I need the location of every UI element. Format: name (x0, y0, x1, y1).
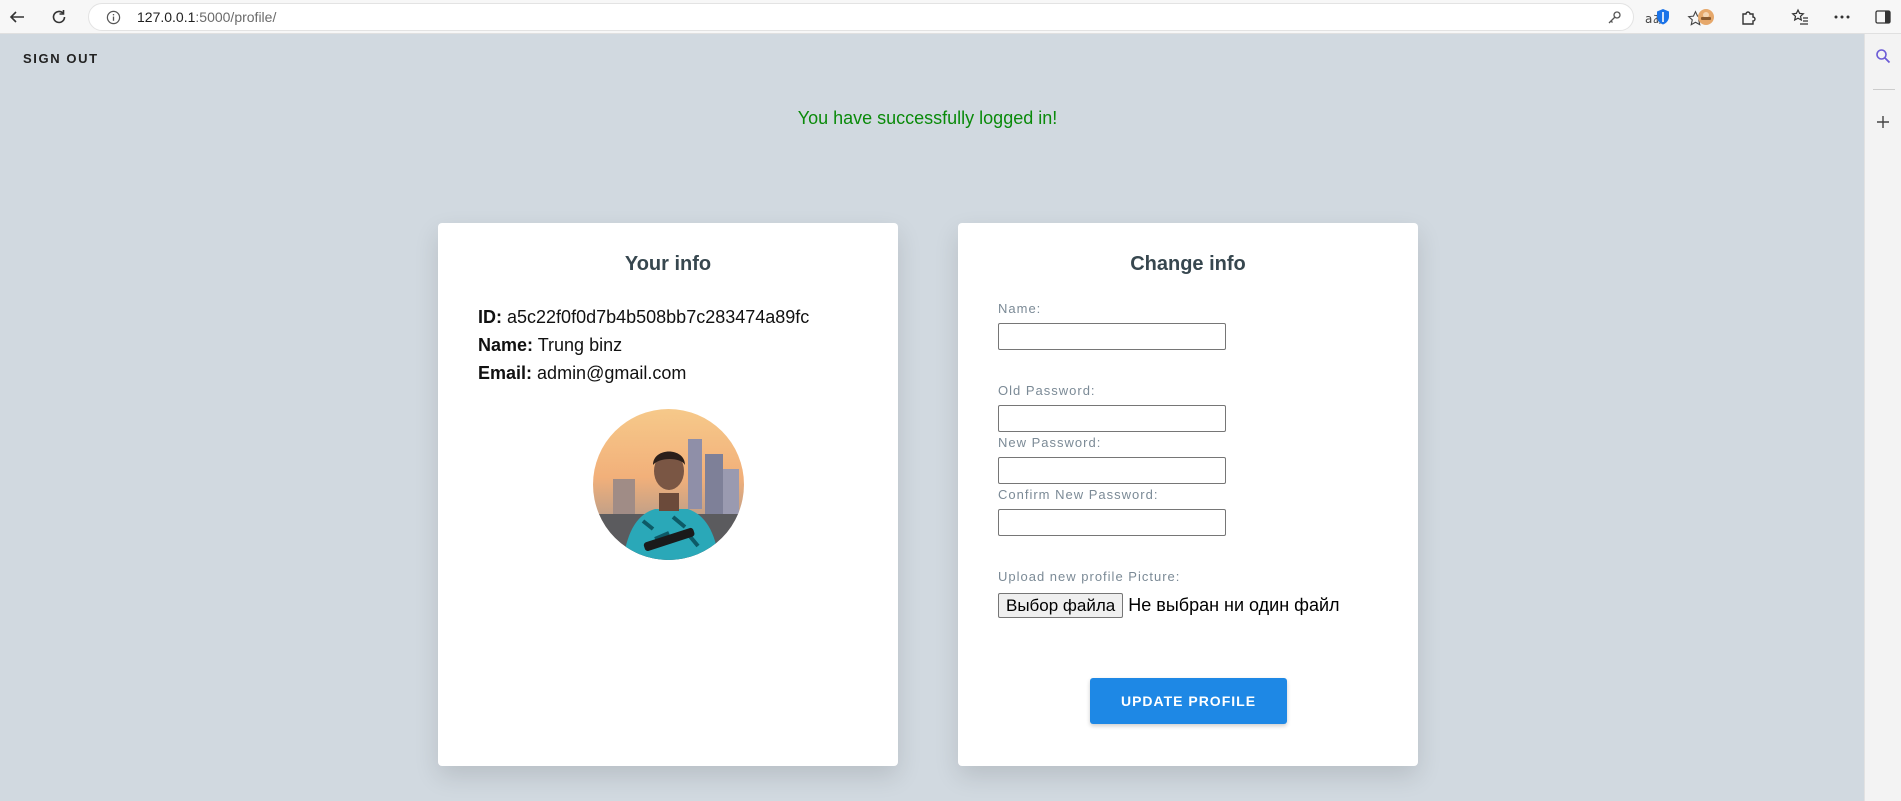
confirm-password-label: Confirm New Password: (998, 487, 1159, 502)
new-password-input[interactable] (998, 457, 1226, 484)
choose-file-button[interactable]: Выбор файла (998, 593, 1124, 618)
back-arrow-icon[interactable] (4, 4, 30, 30)
shield-extension-icon[interactable] (1651, 5, 1675, 29)
new-password-label: New Password: (998, 435, 1102, 450)
extensions-puzzle-icon[interactable] (1737, 5, 1761, 29)
user-email-row: Email: admin@gmail.com (478, 359, 809, 387)
file-status-text: Не выбран ни один файл (1128, 595, 1340, 615)
more-menu-icon[interactable] (1830, 5, 1854, 29)
address-bar[interactable]: 127.0.0.1:5000/profile/ aあ (88, 3, 1704, 31)
flash-message: You have successfully logged in! (797, 108, 1058, 128)
id-label: ID: (478, 307, 502, 327)
name-label: Name: (478, 335, 534, 355)
profile-avatar (593, 409, 744, 560)
old-password-input[interactable] (998, 405, 1226, 432)
id-value: a5c22f0f0d7b4b508bb7c283474a89fc (507, 307, 810, 327)
url-text: 127.0.0.1:5000/profile/ (137, 9, 276, 25)
url-host: 127.0.0.1 (137, 9, 196, 25)
user-name-row: Name: Trung binz (478, 331, 809, 359)
change-info-form: Name: Old Password: New Password: Confir… (998, 301, 1378, 618)
your-info-card: Your info ID: a5c22f0f0d7b4b508bb7c28347… (438, 223, 898, 766)
profile-extension-icon[interactable] (1694, 5, 1718, 29)
reload-icon[interactable] (46, 4, 72, 30)
url-path: :5000/profile/ (195, 9, 277, 25)
sidebar-toggle-icon[interactable] (1871, 5, 1895, 29)
upload-picture-label: Upload new profile Picture: (998, 569, 1181, 584)
confirm-password-input[interactable] (998, 509, 1226, 536)
update-profile-button[interactable]: UPDATE PROFILE (1090, 678, 1287, 724)
sign-out-link[interactable]: SIGN OUT (23, 51, 99, 66)
page-body: SIGN OUT You have successfully logged in… (0, 34, 1864, 801)
browser-sidebar (1864, 34, 1901, 801)
name-value: Trung binz (537, 335, 623, 355)
change-info-title: Change info (1130, 253, 1246, 275)
search-icon[interactable] (1871, 44, 1895, 68)
email-value: admin@gmail.com (537, 363, 687, 383)
user-id-row: ID: a5c22f0f0d7b4b508bb7c283474a89fc (478, 303, 809, 331)
browser-toolbar: 127.0.0.1:5000/profile/ aあ (0, 0, 1901, 34)
add-icon[interactable] (1871, 110, 1895, 134)
site-info-icon[interactable] (105, 9, 121, 25)
old-password-label: Old Password: (998, 383, 1096, 398)
key-icon[interactable] (1604, 8, 1624, 28)
change-info-card: Change info Name: Old Password: New Pass… (958, 223, 1418, 766)
name-input[interactable] (998, 323, 1226, 350)
your-info-title: Your info (624, 253, 712, 275)
favorites-list-icon[interactable] (1788, 5, 1812, 29)
rail-divider (1873, 89, 1895, 90)
email-label: Email: (478, 363, 533, 383)
user-info-list: ID: a5c22f0f0d7b4b508bb7c283474a89fc Nam… (478, 303, 809, 387)
name-field-label: Name: (998, 301, 1042, 316)
file-picker: Выбор файла Не выбран ни один файл (998, 593, 1378, 618)
